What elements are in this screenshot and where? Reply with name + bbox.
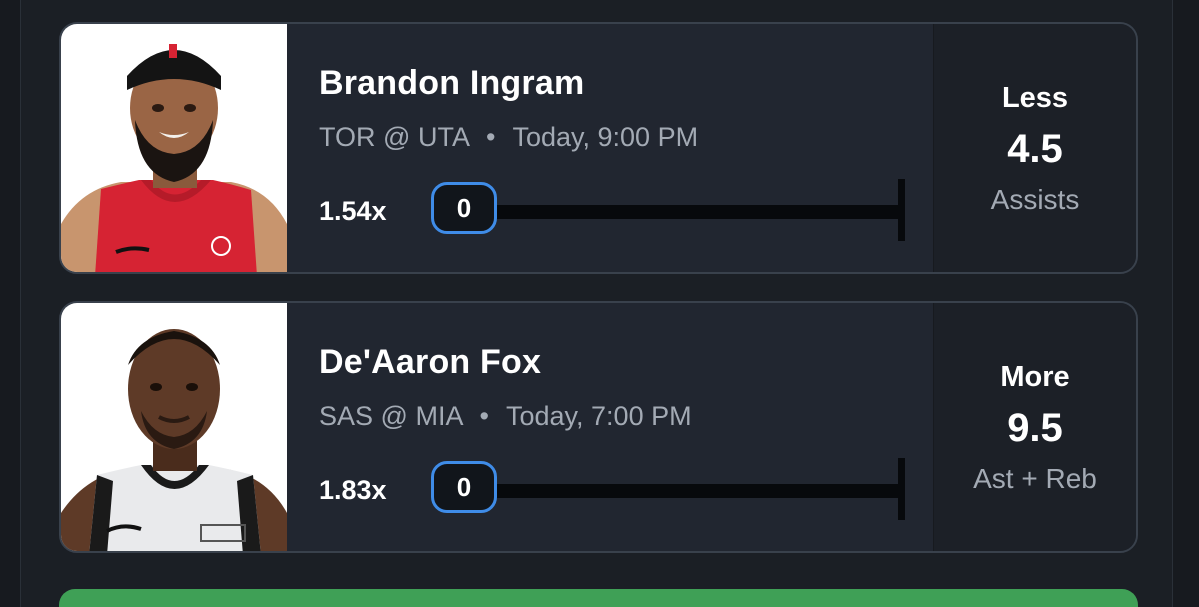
team-abbr: SAS (319, 401, 374, 431)
separator-dot: • (486, 122, 496, 152)
opponent-abbr: UTA (417, 122, 469, 152)
game-time: Today, 9:00 PM (512, 122, 699, 152)
right-gutter (1172, 0, 1199, 607)
progress-track (497, 205, 905, 219)
game-info: SAS @ MIA • Today, 7:00 PM (319, 401, 692, 432)
stat-type: Ast + Reb (973, 463, 1097, 494)
payout-multiplier: 1.54x (319, 196, 387, 226)
player-headshot (61, 24, 287, 272)
progress-value-pill: 0 (431, 182, 497, 234)
player-name: De'Aaron Fox (319, 343, 542, 381)
game-info: TOR @ UTA • Today, 9:00 PM (319, 122, 698, 153)
picks-screen: Brandon Ingram TOR @ UTA • Today, 9:00 P… (0, 0, 1199, 607)
player-headshot (61, 303, 287, 551)
pick-direction: Less (1001, 82, 1069, 114)
submit-button[interactable] (59, 589, 1138, 607)
player-name: Brandon Ingram (319, 64, 585, 102)
game-time: Today, 7:00 PM (505, 401, 692, 431)
pick-card[interactable]: De'Aaron Fox SAS @ MIA • Today, 7:00 PM … (59, 301, 1138, 553)
team-abbr: TOR (319, 122, 376, 152)
progress-track (497, 484, 905, 498)
pick-card[interactable]: Brandon Ingram TOR @ UTA • Today, 9:00 P… (59, 22, 1138, 274)
pick-direction: More (1000, 361, 1070, 393)
projection-panel[interactable]: More 9.5 Ast + Reb (933, 303, 1136, 551)
left-gutter (0, 0, 21, 607)
stat-type: Assists (990, 184, 1080, 215)
progress-value-pill: 0 (431, 461, 497, 513)
progress-target-marker (898, 458, 905, 520)
projection-line: 4.5 (1007, 127, 1063, 171)
projection-panel[interactable]: Less 4.5 Assists (933, 24, 1136, 272)
progress-target-marker (898, 179, 905, 241)
payout-multiplier: 1.83x (319, 475, 387, 505)
separator-dot: • (479, 401, 489, 431)
projection-line: 9.5 (1007, 406, 1063, 450)
at-symbol: @ (383, 122, 411, 152)
opponent-abbr: MIA (415, 401, 462, 431)
at-symbol: @ (380, 401, 408, 431)
